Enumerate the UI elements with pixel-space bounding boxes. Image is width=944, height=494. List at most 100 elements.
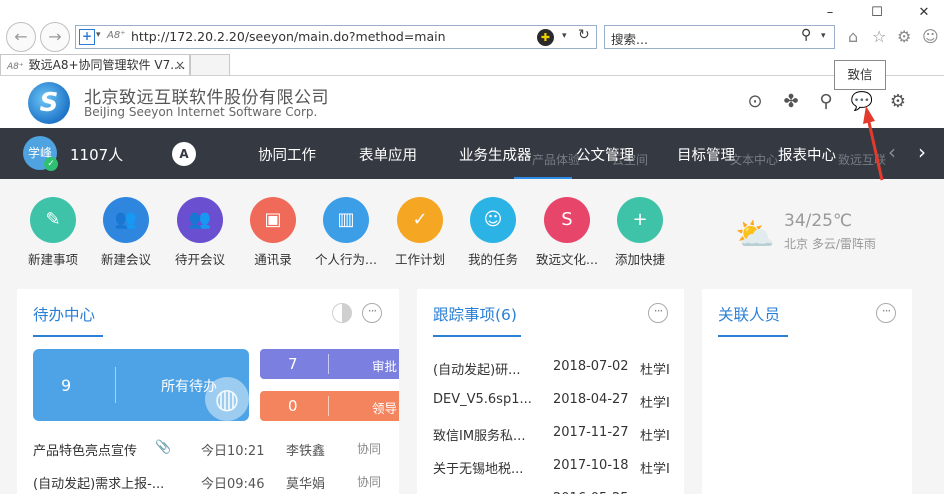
back-button[interactable]: ← <box>6 22 36 52</box>
table-row[interactable]: 产品特色亮点宣传 📎 今日10:21 李铁鑫 协同 <box>33 440 399 459</box>
quick-item[interactable]: ☺ 我的任务 <box>458 197 528 268</box>
nav-logo-icon[interactable]: A <box>172 142 196 166</box>
quick-item-label[interactable]: 个人行为... <box>311 249 381 268</box>
quick-item[interactable]: 👥 待开会议 <box>165 197 235 268</box>
quick-item-label[interactable]: 添加快捷 <box>605 249 675 268</box>
quick-item-label[interactable]: 工作计划 <box>385 249 455 268</box>
quick-item-icon[interactable]: ✓ <box>397 197 443 243</box>
address-bar[interactable]: + ▾ A8⁺ http://172.20.2.20/seeyon/main.d… <box>75 25 597 49</box>
search-icon[interactable]: ⚲ <box>814 90 838 114</box>
track-title[interactable]: 关于无锡地税... <box>433 458 523 477</box>
related-panel: 关联人员 ··· <box>702 289 912 494</box>
address-dropdown-icon[interactable]: ▾ <box>562 31 567 41</box>
related-panel-title[interactable]: 关联人员 <box>718 303 780 325</box>
star-icon[interactable]: ☆ <box>872 27 886 46</box>
gear-icon[interactable]: ⚙ <box>897 27 911 46</box>
people-count[interactable]: 1107人 <box>70 144 123 165</box>
todo-panel: 待办中心 ··· 9 所有待办 ◍ 7 审批 0 领导 产品特色亮点宣传 📎 今… <box>17 289 399 494</box>
quick-item[interactable]: S 致远文化... <box>532 197 602 268</box>
related-title-underline <box>718 335 788 337</box>
chevron-down-icon[interactable]: ▾ <box>96 30 101 40</box>
table-row[interactable]: 关于无锡地税... 2017-10-18 杜学I <box>433 458 684 477</box>
theme-toggle-icon[interactable] <box>332 303 352 323</box>
nav-item-docs[interactable]: 公文管理 <box>576 144 634 165</box>
approval-card[interactable]: 7 审批 <box>260 349 399 379</box>
search-dropdown-icon[interactable]: ▾ <box>821 31 826 41</box>
new-tab-button[interactable] <box>190 54 230 76</box>
search-icon[interactable]: ⚲ <box>801 27 811 43</box>
all-todo-card[interactable]: 9 所有待办 ◍ <box>33 349 249 421</box>
shield-icon[interactable]: + <box>79 29 95 45</box>
quick-item-label[interactable]: 我的任务 <box>458 249 528 268</box>
nav-next-icon[interactable]: › <box>918 140 926 164</box>
company-logo[interactable] <box>28 82 70 124</box>
minimize-button[interactable]: – <box>815 4 845 22</box>
tab-favicon: A8⁺ <box>7 62 24 72</box>
quick-item-label[interactable]: 新建会议 <box>91 249 161 268</box>
quick-item-icon[interactable]: + <box>617 197 663 243</box>
quick-item-icon[interactable]: S <box>544 197 590 243</box>
tab-close-icon[interactable]: × <box>175 55 185 75</box>
quick-item-icon[interactable]: ▣ <box>250 197 296 243</box>
quick-item-icon[interactable]: 👥 <box>103 197 149 243</box>
search-placeholder[interactable]: 搜索... <box>611 29 648 48</box>
track-panel-title[interactable]: 跟踪事项(6) <box>433 303 517 325</box>
todo-title-underline <box>33 335 103 337</box>
leader-count: 0 <box>288 397 298 415</box>
table-row[interactable]: (自动发起)研... 2018-07-02 杜学I <box>433 359 684 378</box>
quick-item[interactable]: ▥ 个人行为... <box>311 197 381 268</box>
forward-button[interactable]: → <box>40 22 70 52</box>
location-icon[interactable]: ⊙ <box>743 90 767 114</box>
quick-item-label[interactable]: 致远文化... <box>532 249 602 268</box>
card-divider <box>328 396 329 416</box>
back-arrow-icon: ← <box>14 27 28 46</box>
todo-panel-title[interactable]: 待办中心 <box>33 303 95 325</box>
table-row[interactable]: (自动发起)需求上报-... 今日09:46 莫华娟 协同 <box>33 473 399 492</box>
nav-item-collab[interactable]: 协同工作 <box>258 144 316 165</box>
table-row[interactable]: DEV_V5.6sp1... 2018-04-27 杜学I <box>433 392 684 411</box>
close-window-button[interactable]: ✕ <box>909 4 939 22</box>
settings-icon[interactable]: ⚙ <box>886 90 910 114</box>
refresh-icon[interactable]: ↻ <box>578 27 590 43</box>
browser-tab[interactable]: A8⁺ 致远A8+协同管理软件 V7.... × <box>0 54 190 76</box>
track-person: 杜学I <box>640 396 670 411</box>
leader-card[interactable]: 0 领导 <box>260 391 399 421</box>
nav-item-forms[interactable]: 表单应用 <box>359 144 417 165</box>
todo-type: 协同 <box>357 442 382 456</box>
more-icon[interactable]: ··· <box>362 303 382 323</box>
quick-item-icon[interactable]: ✎ <box>30 197 76 243</box>
quick-item-icon[interactable]: ☺ <box>470 197 516 243</box>
compatibility-icon[interactable]: ✚ <box>537 29 554 46</box>
url-text[interactable]: http://172.20.2.20/seeyon/main.do?method… <box>131 29 446 44</box>
track-title[interactable]: DEV_V5.6sp1... <box>433 392 532 407</box>
quick-item-label[interactable]: 新建事项 <box>18 249 88 268</box>
nav-prev-icon[interactable]: ‹ <box>888 140 896 164</box>
home-icon[interactable]: ⌂ <box>848 27 858 46</box>
quick-item[interactable]: ✓ 工作计划 <box>385 197 455 268</box>
maximize-button[interactable]: ☐ <box>862 4 892 22</box>
quick-item-icon[interactable]: 👥 <box>177 197 223 243</box>
smiley-icon[interactable]: ☺ <box>922 27 939 46</box>
quick-item[interactable]: 👥 新建会议 <box>91 197 161 268</box>
more-icon[interactable]: ··· <box>876 303 896 323</box>
nav-item-reports[interactable]: 报表中心 <box>778 144 836 165</box>
todo-type: 协同 <box>357 475 382 489</box>
table-row[interactable]: 致信IM服务私... 2017-11-27 杜学I <box>433 425 684 444</box>
track-title[interactable]: 致信IM服务私... <box>433 425 525 444</box>
more-icon[interactable]: ··· <box>648 303 668 323</box>
apps-icon[interactable]: ✤ <box>779 90 803 114</box>
todo-person: 莫华娟 <box>286 477 326 492</box>
quick-item[interactable]: ✎ 新建事项 <box>18 197 88 268</box>
quick-item[interactable]: + 添加快捷 <box>605 197 675 268</box>
quick-item[interactable]: ▣ 通讯录 <box>238 197 308 268</box>
nav-item-builder[interactable]: 业务生成器 <box>459 144 532 165</box>
nav-item-goals[interactable]: 目标管理 <box>677 144 735 165</box>
track-title[interactable]: (自动发起)研... <box>433 359 521 378</box>
quick-item-label[interactable]: 通讯录 <box>238 249 308 268</box>
todo-title[interactable]: (自动发起)需求上报-... <box>33 473 164 492</box>
browser-search-box[interactable]: 搜索... ⚲ ▾ <box>604 25 835 49</box>
quick-item-icon[interactable]: ▥ <box>323 197 369 243</box>
track-person: 杜学I <box>640 462 670 477</box>
quick-item-label[interactable]: 待开会议 <box>165 249 235 268</box>
todo-title[interactable]: 产品特色亮点宣传 <box>33 440 137 459</box>
